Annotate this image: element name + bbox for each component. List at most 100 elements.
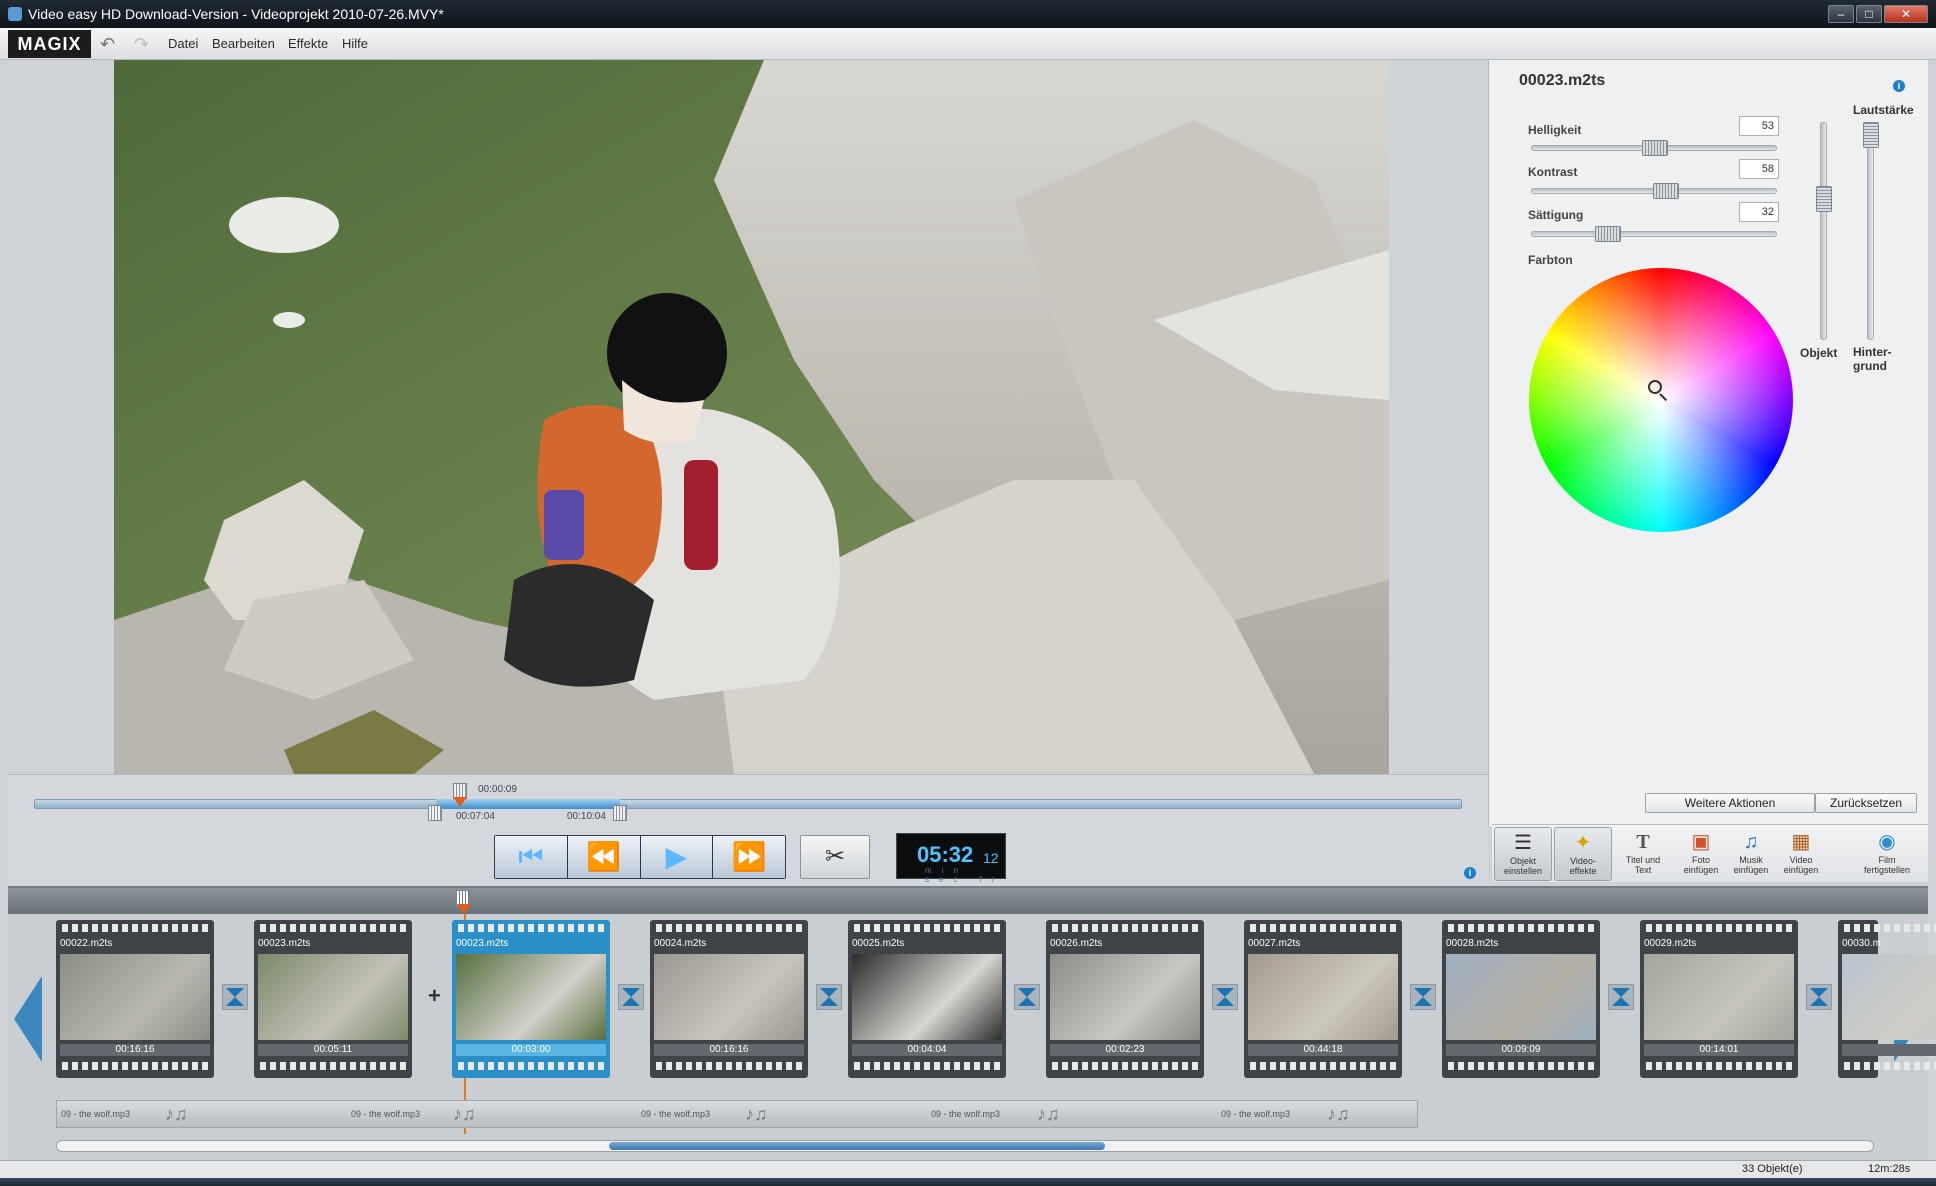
skip-back-icon: ⏮ [518, 841, 544, 872]
film-perforation [260, 1062, 406, 1070]
rewind-button[interactable]: ⏪ [567, 836, 641, 878]
tool-label: fertigstellen [1863, 865, 1911, 875]
undo-icon[interactable]: ↶ [100, 34, 115, 55]
fast-forward-button[interactable]: ⏩ [713, 836, 785, 878]
info-icon[interactable]: i [1893, 80, 1905, 92]
transition-icon[interactable] [1806, 984, 1832, 1010]
transition-icon[interactable] [1410, 984, 1436, 1010]
transition-icon[interactable] [1608, 984, 1634, 1010]
storyboard-clip[interactable]: 00029.m2ts 00:14:01 [1640, 920, 1798, 1078]
clip-thumbnail[interactable] [1842, 954, 1936, 1040]
redo-icon[interactable]: ↷ [134, 34, 149, 55]
fast-forward-icon: ⏩ [731, 841, 767, 872]
add-transition-icon[interactable]: + [428, 983, 441, 1009]
clip-duration: 00:14:01 [1644, 1044, 1794, 1056]
clip-duration: 00:03:00 [456, 1044, 606, 1056]
transition-icon[interactable] [222, 984, 248, 1010]
storyboard-playhead-icon[interactable] [457, 904, 471, 914]
finish-movie-tool[interactable]: ◉ Film fertigstellen [1852, 827, 1922, 881]
object-volume-label: Objekt [1800, 346, 1838, 360]
background-volume-track[interactable] [1867, 122, 1874, 340]
clip-thumbnail[interactable] [1644, 954, 1794, 1040]
in-point-handle[interactable] [428, 805, 442, 821]
storyboard-scrollbar[interactable] [56, 1140, 1874, 1152]
storyboard-clip[interactable]: 00025.m2ts 00:04:04 [848, 920, 1006, 1078]
transport-bar: ⏮ ⏪ ▶ ⏩ [494, 835, 786, 879]
os-taskbar [0, 1178, 1936, 1186]
clip-thumbnail[interactable] [60, 954, 210, 1040]
film-perforation [62, 1062, 208, 1070]
saturation-value[interactable]: 32 [1739, 202, 1779, 222]
menu-bearbeiten[interactable]: Bearbeiten [212, 36, 275, 51]
object-volume-track[interactable] [1820, 122, 1827, 340]
clip-thumbnail[interactable] [456, 954, 606, 1040]
video-effects-tool[interactable]: ✦ Video- effekte [1554, 827, 1612, 881]
saturation-slider-track[interactable] [1531, 231, 1777, 237]
cut-button[interactable]: ✂ [800, 835, 870, 879]
saturation-slider-thumb[interactable] [1595, 226, 1621, 242]
clip-thumbnail[interactable] [1050, 954, 1200, 1040]
storyboard-scrollbar-thumb[interactable] [609, 1142, 1105, 1150]
menu-effekte[interactable]: Effekte [288, 36, 328, 51]
brightness-value[interactable]: 53 [1739, 116, 1779, 136]
transition-icon[interactable] [1014, 984, 1040, 1010]
clip-duration: 00:02:23 [1050, 1044, 1200, 1056]
maximize-button[interactable]: □ [1856, 5, 1882, 23]
storyboard-clip[interactable]: 00023.m2ts 00:05:11 [254, 920, 412, 1078]
contrast-value[interactable]: 58 [1739, 159, 1779, 179]
scroll-left-icon[interactable] [14, 976, 44, 1062]
reset-button[interactable]: Zurücksetzen [1815, 793, 1917, 813]
film-perforation [260, 924, 406, 932]
clip-thumbnail[interactable] [1248, 954, 1398, 1040]
storyboard-clip[interactable]: 00028.m2ts 00:09:09 [1442, 920, 1600, 1078]
background-volume-thumb[interactable] [1863, 122, 1879, 148]
jump-to-start-button[interactable]: ⏮ [495, 836, 568, 878]
object-volume-thumb[interactable] [1816, 186, 1832, 212]
insert-video-tool[interactable]: ▦ Video einfügen [1772, 827, 1830, 881]
storyboard-clip[interactable]: 00027.m2ts 00:44:18 [1244, 920, 1402, 1078]
clip-thumbnail[interactable] [258, 954, 408, 1040]
object-settings-tool[interactable]: ☰ Objekt einstellen [1494, 827, 1552, 881]
menu-datei[interactable]: Datei [168, 36, 198, 51]
audio-clip-label: 09 - the wolf.mp3 [1221, 1109, 1291, 1119]
transition-icon[interactable] [1212, 984, 1238, 1010]
preview-area [8, 60, 1488, 774]
clip-name: 00023.m2ts [258, 938, 311, 949]
clip-duration: 00:04:04 [852, 1044, 1002, 1056]
clip-thumbnail[interactable] [852, 954, 1002, 1040]
contrast-slider-thumb[interactable] [1653, 183, 1679, 199]
clip-duration: 00:44:18 [1248, 1044, 1398, 1056]
clip-name: 00024.m2ts [654, 938, 707, 949]
transition-icon[interactable] [816, 984, 842, 1010]
out-point-handle[interactable] [613, 805, 627, 821]
storyboard-clip[interactable]: 00026.m2ts 00:02:23 [1046, 920, 1204, 1078]
audio-track[interactable]: 09 - the wolf.mp3 ♪♫ 09 - the wolf.mp3 ♪… [56, 1100, 1418, 1128]
brightness-slider-thumb[interactable] [1642, 140, 1668, 156]
position-slider-track[interactable] [34, 799, 1462, 809]
film-perforation [656, 924, 802, 932]
close-button[interactable]: ✕ [1884, 5, 1928, 23]
play-button[interactable]: ▶ [640, 836, 714, 878]
storyboard-clip[interactable]: 00030.m [1838, 920, 1936, 1078]
playhead-marker-icon[interactable] [453, 797, 467, 807]
object-settings-panel: 00023.m2ts i Helligkeit 53 Kontrast 58 S… [1488, 60, 1928, 826]
clip-duration: 00:16:16 [60, 1044, 210, 1056]
hue-color-wheel[interactable] [1529, 268, 1793, 532]
audio-clip-label: 09 - the wolf.mp3 [931, 1109, 1001, 1119]
color-picker-icon[interactable] [1648, 380, 1662, 394]
clip-thumbnail[interactable] [1446, 954, 1596, 1040]
storyboard-ruler[interactable] [8, 888, 1928, 914]
clip-duration: 00:05:11 [258, 1044, 408, 1056]
clip-thumbnail[interactable] [654, 954, 804, 1040]
titles-tool[interactable]: T Titel und Text [1614, 827, 1672, 881]
storyboard-clip[interactable]: 00024.m2ts 00:16:16 [650, 920, 808, 1078]
minimize-button[interactable]: – [1828, 5, 1854, 23]
video-preview[interactable] [114, 60, 1389, 774]
storyboard-clip[interactable]: 00023.m2ts 00:03:00 [452, 920, 610, 1078]
info-icon[interactable]: i [1464, 867, 1476, 879]
app-icon [8, 7, 22, 21]
menu-hilfe[interactable]: Hilfe [342, 36, 368, 51]
more-actions-button[interactable]: Weitere Aktionen [1645, 793, 1815, 813]
storyboard-clip[interactable]: 00022.m2ts 00:16:16 [56, 920, 214, 1078]
transition-icon[interactable] [618, 984, 644, 1010]
